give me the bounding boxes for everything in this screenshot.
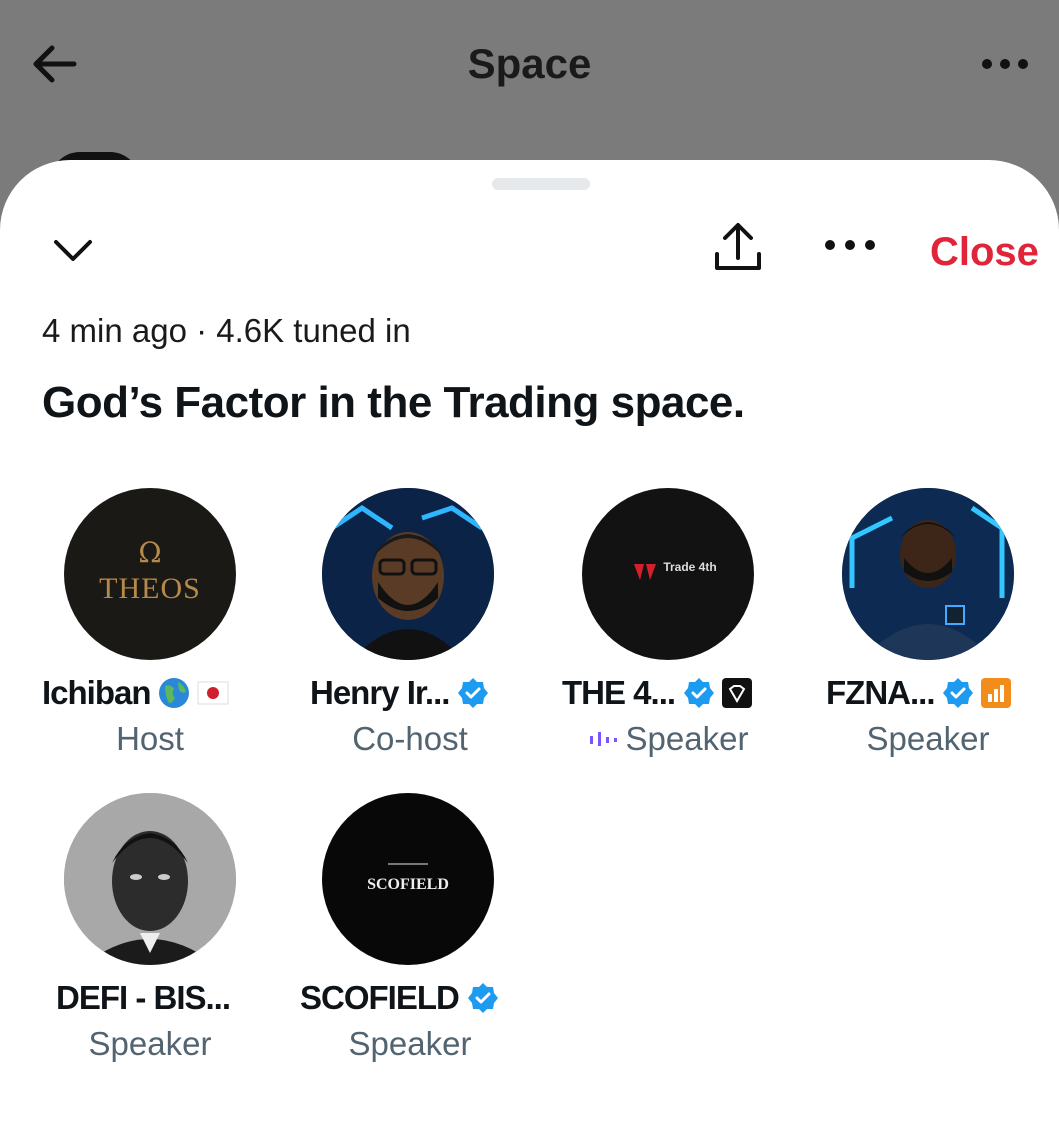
globe-icon [158,678,189,708]
avatar-logo-text: Trade 4th [663,560,716,574]
participant-name: DEFI - BIS... [56,979,231,1016]
verified-badge-icon [458,678,489,708]
avatar[interactable] [842,488,1014,660]
participant-role: Speaker [866,720,990,757]
affiliate-badge-icon [981,678,1012,708]
participant-name: FZNA... [826,674,1059,712]
top-bar: Space [0,0,1059,170]
participant-name: Henry Ir... [310,674,570,712]
participant-role: Speaker [625,720,749,757]
affiliate-badge-icon [722,678,753,708]
participant-role: Co-host [352,720,468,757]
page-title: Space [467,40,592,87]
verified-badge-icon [684,678,715,708]
avatar-logo-text: SCOFIELD [367,876,449,893]
verified-badge-icon [943,678,974,708]
more-options-icon[interactable] [820,230,880,260]
chevron-down-icon[interactable] [50,228,96,274]
avatar[interactable]: Trade 4th [582,488,754,660]
avatar-symbol: Ω [138,536,161,569]
participant-role: Speaker [348,1025,472,1062]
participant-name: Ichiban [42,674,302,712]
more-icon[interactable] [977,44,1033,84]
participant-role-row: Speaker [548,720,788,758]
space-meta: 4 min ago · 4.6K tuned in [42,312,411,349]
space-title: God’s Factor in the Trading space. [42,378,745,427]
drag-handle[interactable] [492,178,590,190]
participant-role: Host [116,720,184,757]
participant-role: Speaker [88,1025,212,1062]
participant-name: SCOFIELD [300,979,560,1017]
share-icon[interactable] [708,218,768,278]
space-sheet: Close 4 min ago · 4.6K tuned in God’s Fa… [0,160,1059,1130]
participant-name: THE 4... [562,674,822,712]
verified-badge-icon [467,983,498,1013]
avatar[interactable]: Ω THEOS [64,488,236,660]
avatar[interactable] [322,488,494,660]
avatar[interactable] [64,793,236,965]
japan-flag-icon [197,681,229,705]
close-button[interactable]: Close [930,230,1039,275]
avatar[interactable]: SCOFIELD [322,793,494,965]
avatar-logo-text: THEOS [99,572,201,605]
speaking-indicator-icon [589,732,617,746]
